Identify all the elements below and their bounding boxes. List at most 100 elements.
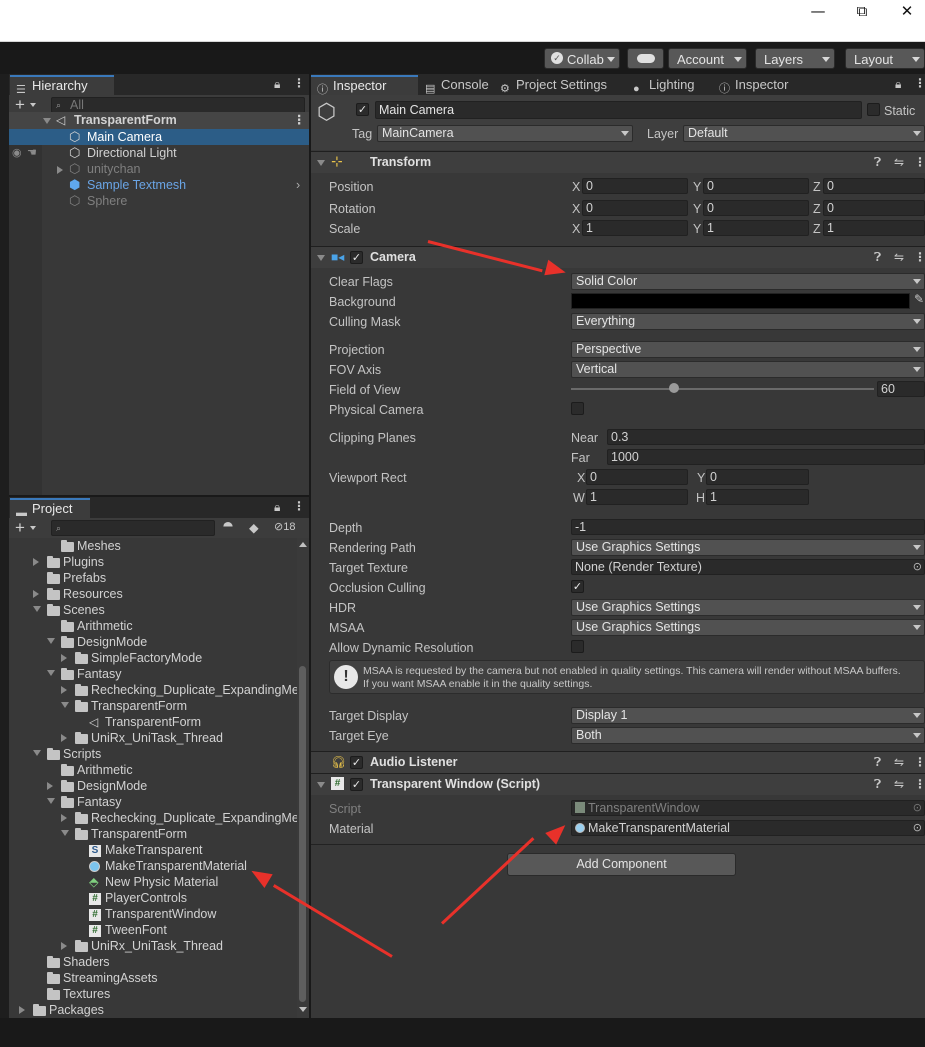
fov-axis-dropdown[interactable]: Vertical [571,361,925,378]
scroll-down-icon[interactable] [299,1007,307,1012]
material-field[interactable]: MakeTransparentMaterial ⊙ [571,820,925,836]
maximize-button[interactable]: ⧉ [839,0,885,24]
target-texture-field[interactable]: None (Render Texture) ⊙ [571,559,925,575]
kebab-menu-icon[interactable]: ⋮ [914,155,925,169]
project-tree-item[interactable]: Rechecking_Duplicate_ExpandingMet [9,810,297,826]
scale-y-input[interactable]: 1 [703,220,809,236]
scene-row[interactable]: ◁ TransparentForm ⋮ [9,112,309,129]
project-tree-item[interactable]: DesignMode [9,778,297,794]
project-tree-item[interactable]: Scenes [9,602,297,618]
rotation-x-input[interactable]: 0 [582,200,688,216]
help-icon[interactable]: ❓︎ [874,755,881,770]
kebab-menu-icon[interactable]: ⋮ [914,777,925,791]
tab-lighting[interactable]: ● Lighting [627,75,717,95]
kebab-menu-icon[interactable]: ⋮ [293,499,305,513]
expanded-arrow-icon[interactable] [47,670,55,676]
hierarchy-search-input[interactable]: ⌕ All [51,97,305,113]
tab-console[interactable]: ▤ Console [419,75,497,95]
dynamic-resolution-checkbox[interactable] [571,640,584,653]
collapsed-arrow-icon[interactable] [19,1006,25,1014]
project-tree-item[interactable]: Packages [9,1002,297,1018]
eye-icon[interactable]: ◉ [12,145,22,161]
expanded-arrow-icon[interactable] [61,830,69,836]
project-tree-item[interactable]: Prefabs [9,570,297,586]
transparent-window-enabled-checkbox[interactable]: ✓ [350,778,363,791]
presets-icon[interactable]: ⇋ [894,755,904,769]
kebab-menu-icon[interactable]: ⋮ [914,76,925,90]
pick-icon[interactable]: ☚ [27,145,37,161]
project-tree-item[interactable]: Shaders [9,954,297,970]
position-y-input[interactable]: 0 [703,178,809,194]
object-picker-icon[interactable]: ⊙ [913,560,922,574]
occlusion-culling-checkbox[interactable]: ✓ [571,580,584,593]
kebab-menu-icon[interactable]: ⋮ [293,76,305,90]
fov-slider-thumb[interactable] [669,383,679,393]
collapsed-arrow-icon[interactable] [61,734,67,742]
project-tree-item[interactable]: ◁ TransparentForm [9,714,297,730]
active-checkbox[interactable]: ✓ [356,103,369,116]
tab-inspector-2[interactable]: ⓘ Inspector [713,75,813,95]
expanded-arrow-icon[interactable] [47,798,55,804]
project-tree-item[interactable]: Fantasy [9,794,297,810]
close-button[interactable]: ✕ [884,0,925,24]
hierarchy-item-unitychan[interactable]: ⬡ unitychan [9,161,309,177]
project-tree-item[interactable]: Textures [9,986,297,1002]
project-tree-item[interactable]: Plugins [9,554,297,570]
project-tree-item[interactable]: TransparentForm [9,698,297,714]
clear-flags-dropdown[interactable]: Solid Color [571,273,925,290]
background-color-swatch[interactable] [571,293,910,309]
culling-mask-dropdown[interactable]: Everything [571,313,925,330]
msaa-dropdown[interactable]: Use Graphics Settings [571,619,925,636]
kebab-menu-icon[interactable]: ⋮ [914,250,925,264]
hierarchy-item-main-camera[interactable]: ⬡ Main Camera [9,129,309,145]
project-tree-item[interactable]: Fantasy [9,666,297,682]
kebab-menu-icon[interactable]: ⋮ [293,112,306,128]
filter-label-icon[interactable]: ◆ [249,520,259,535]
project-tree-item[interactable]: TransparentForm [9,826,297,842]
tab-inspector[interactable]: ⓘ Inspector [311,75,418,96]
project-tree-item[interactable]: UniRx_UniTask_Thread [9,938,297,954]
project-tree-item[interactable]: # TransparentWindow [9,906,297,922]
audio-listener-header[interactable]: 🎧︎ ✓ Audio Listener ❓︎ ⇋ ⋮ [311,751,925,773]
project-scrollbar-thumb[interactable] [299,666,306,1002]
project-tree-item[interactable]: Arithmetic [9,762,297,778]
collapsed-arrow-icon[interactable] [61,942,67,950]
project-tree-item[interactable]: Arithmetic [9,618,297,634]
transparent-window-header[interactable]: # ✓ Transparent Window (Script) ❓︎ ⇋ ⋮ [311,773,925,795]
target-eye-dropdown[interactable]: Both [571,727,925,744]
hidden-packages-icon[interactable]: ⊘18 [274,520,295,533]
layout-dropdown[interactable]: Layout [845,48,925,69]
viewport-x-input[interactable]: 0 [586,469,688,485]
kebab-menu-icon[interactable]: ⋮ [914,755,925,769]
project-tree-item[interactable]: Scripts [9,746,297,762]
account-dropdown[interactable]: Account [668,48,747,69]
fov-input[interactable]: 60 [877,381,925,397]
help-icon[interactable]: ❓︎ [874,155,881,170]
collapsed-arrow-icon[interactable] [33,590,39,598]
lock-icon[interactable]: 🔒︎ [274,77,280,92]
presets-icon[interactable]: ⇋ [894,777,904,791]
camera-header[interactable]: ■◂ ✓ Camera ❓︎ ⇋ ⋮ [311,246,925,268]
expanded-arrow-icon[interactable] [33,750,41,756]
collapsed-arrow-icon[interactable] [61,686,67,694]
tab-project-settings[interactable]: ⚙ Project Settings [494,75,624,95]
hdr-dropdown[interactable]: Use Graphics Settings [571,599,925,616]
cloud-button[interactable] [627,48,664,69]
minimize-button[interactable]: — [795,0,841,24]
fov-slider-track[interactable] [571,388,874,390]
project-tree-item[interactable]: Rechecking_Duplicate_ExpandingMet [9,682,297,698]
viewport-h-input[interactable]: 1 [706,489,809,505]
collapsed-arrow-icon[interactable] [47,782,53,790]
project-tree-item[interactable]: Meshes [9,538,297,554]
position-z-input[interactable]: 0 [823,178,925,194]
projection-dropdown[interactable]: Perspective [571,341,925,358]
physical-camera-checkbox[interactable] [571,402,584,415]
static-checkbox[interactable] [867,103,880,116]
collapsed-arrow-icon[interactable] [33,558,39,566]
layer-dropdown[interactable]: Default [683,125,925,142]
project-tree-item[interactable]: DesignMode [9,634,297,650]
audio-listener-enabled-checkbox[interactable]: ✓ [350,756,363,769]
chevron-right-icon[interactable]: › [296,177,300,193]
object-picker-icon[interactable]: ⊙ [913,821,922,835]
depth-input[interactable]: -1 [571,519,925,535]
